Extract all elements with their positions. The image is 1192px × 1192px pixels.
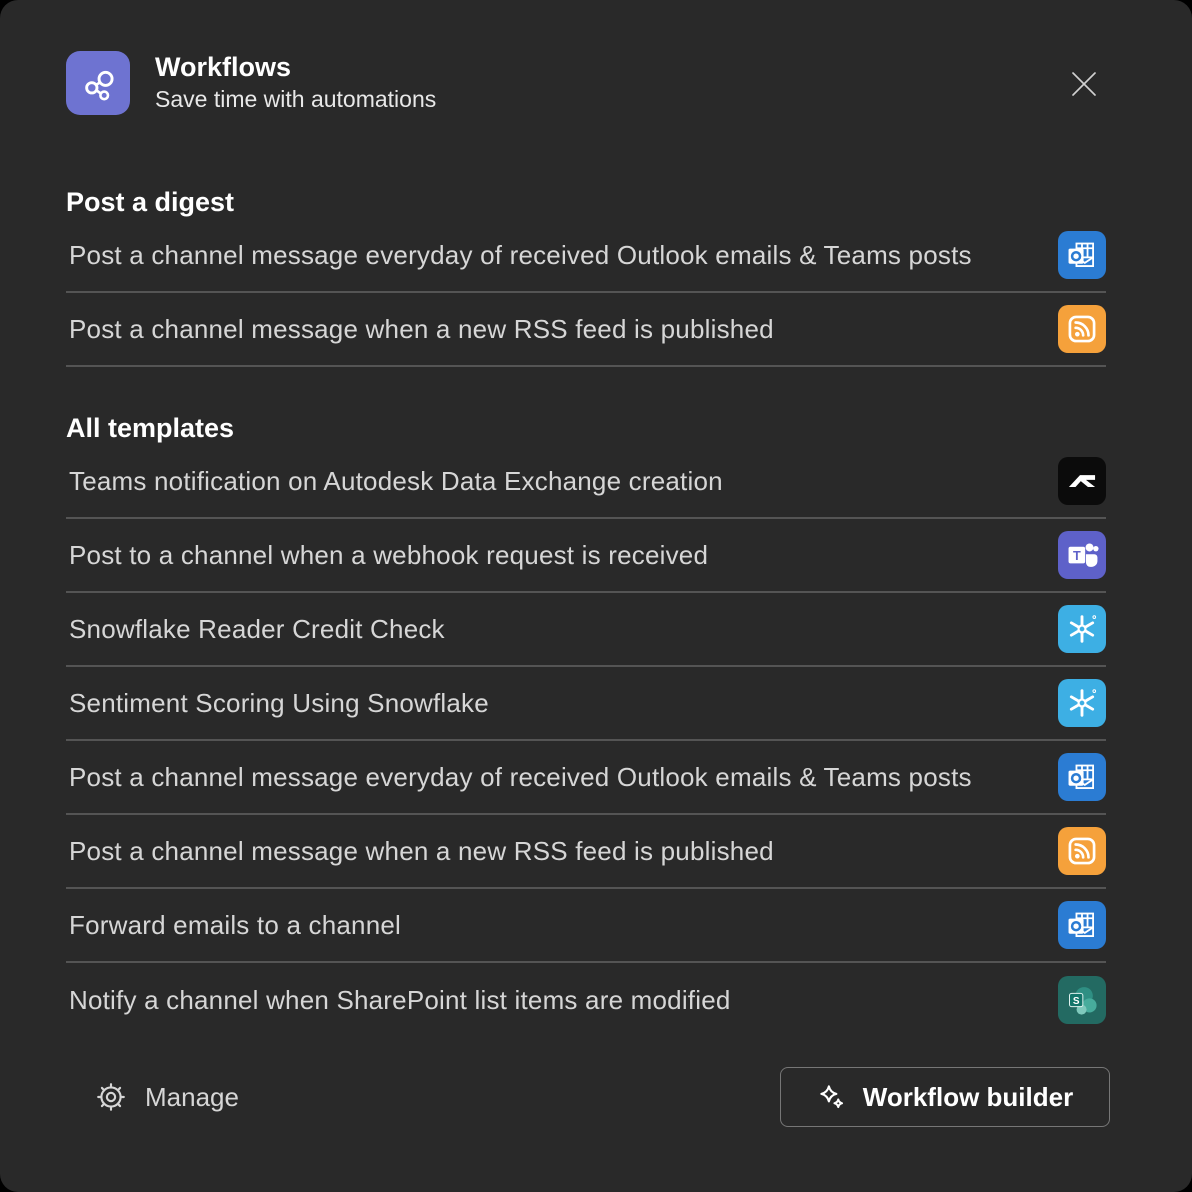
section-rows: Post a channel message everyday of recei…: [66, 219, 1106, 367]
svg-text:T: T: [1073, 549, 1081, 563]
section-rows: Teams notification on Autodesk Data Exch…: [66, 445, 1106, 1037]
template-label: Post a channel message everyday of recei…: [66, 240, 972, 271]
manage-button[interactable]: Manage: [95, 1081, 239, 1113]
workflow-icon: [76, 61, 120, 105]
template-section: Post a digest Post a channel message eve…: [66, 185, 1106, 367]
rss-icon: [1058, 827, 1106, 875]
rss-icon: [1058, 305, 1106, 353]
workflow-template-row[interactable]: Post to a channel when a webhook request…: [66, 519, 1106, 593]
template-label: Post to a channel when a webhook request…: [66, 540, 708, 571]
workflows-dialog: Workflows Save time with automations Pos…: [0, 0, 1192, 1192]
sparkle-icon: [817, 1082, 847, 1112]
template-sections: Post a digest Post a channel message eve…: [66, 185, 1106, 1037]
template-label: Teams notification on Autodesk Data Exch…: [66, 466, 723, 497]
close-icon: [1069, 69, 1099, 99]
workflow-template-row[interactable]: Post a channel message everyday of recei…: [66, 219, 1106, 293]
close-button[interactable]: [1062, 62, 1106, 106]
outlook-icon: [1058, 231, 1106, 279]
dialog-footer: Manage Workflow builder: [95, 1067, 1110, 1127]
workflow-builder-button[interactable]: Workflow builder: [780, 1067, 1110, 1127]
section-heading: Post a digest: [66, 185, 1106, 219]
dialog-title: Workflows: [155, 50, 436, 84]
teams-icon: T: [1058, 531, 1106, 579]
workflows-app-icon: [66, 51, 130, 115]
section-heading: All templates: [66, 411, 1106, 445]
outlook-icon: [1058, 753, 1106, 801]
template-section: All templates Teams notification on Auto…: [66, 411, 1106, 1037]
template-label: Post a channel message everyday of recei…: [66, 762, 972, 793]
workflow-template-row[interactable]: Teams notification on Autodesk Data Exch…: [66, 445, 1106, 519]
workflow-template-row[interactable]: Post a channel message when a new RSS fe…: [66, 293, 1106, 367]
sharepoint-icon: S: [1058, 976, 1106, 1024]
template-label: Sentiment Scoring Using Snowflake: [66, 688, 489, 719]
template-label: Post a channel message when a new RSS fe…: [66, 314, 774, 345]
manage-label: Manage: [145, 1082, 239, 1113]
dialog-header: Workflows Save time with automations: [0, 0, 1192, 115]
workflow-template-row[interactable]: Post a channel message when a new RSS fe…: [66, 815, 1106, 889]
snowflake-icon: [1058, 679, 1106, 727]
template-label: Notify a channel when SharePoint list it…: [66, 985, 731, 1016]
svg-text:S: S: [1073, 996, 1080, 1007]
workflow-template-row[interactable]: Forward emails to a channel: [66, 889, 1106, 963]
template-label: Snowflake Reader Credit Check: [66, 614, 445, 645]
gear-icon: [95, 1081, 127, 1113]
autodesk-icon: [1058, 457, 1106, 505]
template-label: Forward emails to a channel: [66, 910, 401, 941]
workflow-template-row[interactable]: Notify a channel when SharePoint list it…: [66, 963, 1106, 1037]
outlook-icon: [1058, 901, 1106, 949]
snowflake-icon: [1058, 605, 1106, 653]
workflow-builder-label: Workflow builder: [863, 1082, 1073, 1113]
dialog-subtitle: Save time with automations: [155, 84, 436, 115]
template-label: Post a channel message when a new RSS fe…: [66, 836, 774, 867]
workflow-template-row[interactable]: Post a channel message everyday of recei…: [66, 741, 1106, 815]
dialog-titles: Workflows Save time with automations: [155, 50, 436, 115]
workflow-template-row[interactable]: Snowflake Reader Credit Check: [66, 593, 1106, 667]
workflow-template-row[interactable]: Sentiment Scoring Using Snowflake: [66, 667, 1106, 741]
